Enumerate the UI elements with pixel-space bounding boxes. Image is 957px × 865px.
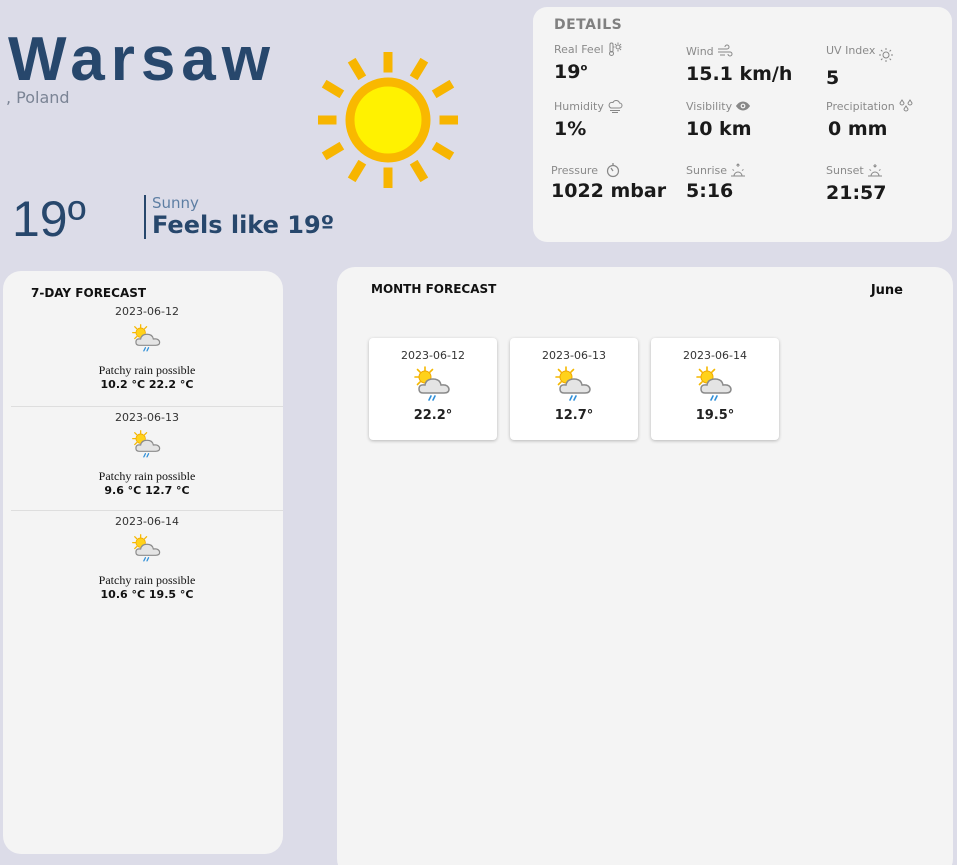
month-day-card[interactable]: 2023-06-12 22.2° — [369, 338, 497, 440]
sunset-icon — [867, 164, 882, 177]
forecast-day-row: 2023-06-12 Patchy rain possible 10.2 °C … — [11, 301, 283, 405]
month-name: June — [870, 283, 903, 298]
detail-sunset: Sunset 21:57 — [826, 163, 887, 205]
detail-humidity: Humidity 1% — [554, 98, 623, 140]
detail-uv-index: UV Index 5 — [826, 37, 894, 89]
forecast-description: Patchy rain possible — [98, 573, 196, 587]
feels-like-text: Feels like 19º — [152, 211, 335, 239]
forecast-temps: 9.6 °C 12.7 °C — [104, 484, 190, 497]
detail-pressure: Pressure 1022 mbar — [551, 163, 667, 202]
eye-icon — [736, 101, 751, 111]
month-forecast-panel: MONTH FORECAST June 2023-06-12 22.2° 202… — [337, 267, 953, 865]
wind-icon — [717, 44, 733, 57]
condition-text: Sunny — [152, 194, 199, 212]
condition-block: Sunny Feels like 19º — [144, 195, 334, 239]
month-day-temp: 19.5° — [695, 408, 735, 423]
forecast-description: Patchy rain possible — [98, 363, 196, 377]
forecast-day-row: 2023-06-14 Patchy rain possible 10.6 °C … — [11, 510, 283, 614]
forecast-date: 2023-06-12 — [115, 305, 179, 318]
droplets-icon — [899, 99, 913, 112]
detail-visibility: Visibility 10 km — [686, 99, 752, 141]
forecast-date: 2023-06-13 — [115, 411, 179, 424]
month-day-date: 2023-06-14 — [683, 349, 747, 362]
sunrise-icon — [731, 163, 746, 177]
month-day-date: 2023-06-13 — [542, 349, 606, 362]
month-forecast-title: MONTH FORECAST — [371, 282, 497, 296]
month-day-temp: 22.2° — [413, 408, 453, 423]
sun-icon — [318, 52, 458, 188]
details-title: DETAILS — [554, 17, 623, 33]
patchy-rain-icon — [128, 321, 166, 357]
forecast-temps: 10.6 °C 19.5 °C — [100, 588, 194, 601]
sun-small-icon — [879, 48, 894, 62]
thermometer-sun-icon — [608, 42, 622, 56]
seven-day-forecast-title: 7-DAY FORECAST — [31, 286, 147, 300]
detail-wind: Wind 15.1 km/h — [686, 44, 793, 86]
country-name: , Poland — [6, 88, 70, 107]
forecast-description: Patchy rain possible — [98, 469, 196, 483]
current-temperature: 19º — [12, 191, 86, 247]
patchy-rain-icon — [128, 531, 166, 567]
gauge-icon — [606, 163, 620, 178]
patchy-rain-icon — [128, 427, 166, 463]
detail-sunrise: Sunrise 5:16 — [686, 162, 746, 202]
detail-real-feel: Real Feel 19o — [554, 41, 623, 83]
patchy-rain-icon — [550, 365, 598, 405]
patchy-rain-icon — [691, 365, 739, 405]
month-day-card[interactable]: 2023-06-14 19.5° — [651, 338, 779, 440]
forecast-day-row: 2023-06-13 Patchy rain possible 9.6 °C 1… — [11, 406, 283, 510]
detail-precipitation: Precipitation 0 mm — [826, 98, 914, 140]
forecast-date: 2023-06-14 — [115, 515, 179, 528]
patchy-rain-icon — [409, 365, 457, 405]
month-day-card[interactable]: 2023-06-13 12.7° — [510, 338, 638, 440]
month-day-date: 2023-06-12 — [401, 349, 465, 362]
forecast-temps: 10.2 °C 22.2 °C — [100, 378, 194, 391]
city-name: Warsaw — [8, 25, 277, 94]
cloud-icon — [608, 100, 623, 113]
details-panel: DETAILS Real Feel 19o Wind 15.1 km/h UV … — [533, 7, 952, 242]
seven-day-forecast-panel: 7-DAY FORECAST 2023-06-12 Patchy rain po… — [3, 271, 283, 854]
month-day-temp: 12.7° — [554, 408, 594, 423]
